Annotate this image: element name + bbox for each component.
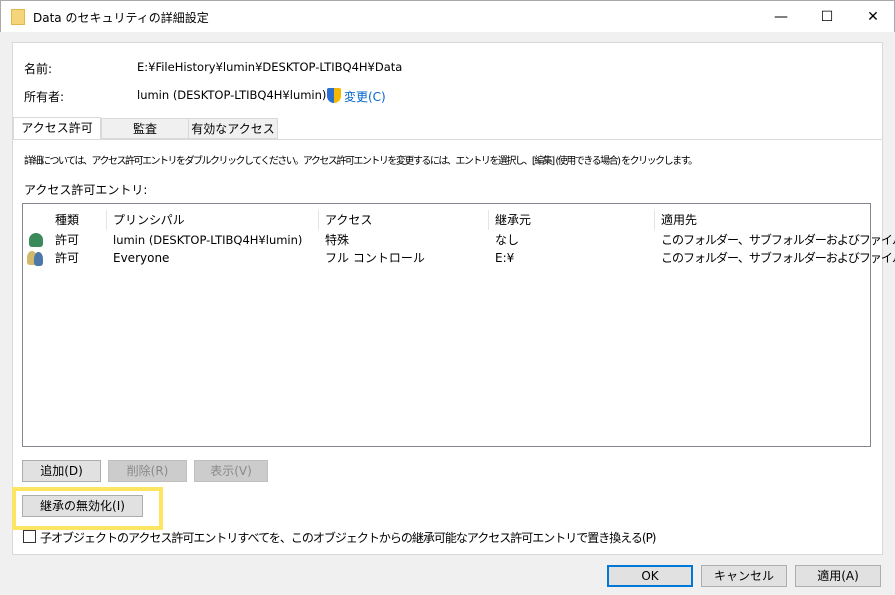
owner-value: lumin (DESKTOP-LTIBQ4H¥lumin): [137, 88, 327, 102]
tab-divider: [13, 139, 882, 140]
table-row[interactable]: 許可 lumin (DESKTOP-LTIBQ4H¥lumin) 特殊 なし こ…: [23, 230, 895, 250]
column-header-access[interactable]: アクセス: [319, 210, 489, 230]
replace-child-permissions-label: 子オブジェクトのアクセス許可エントリすべてを、このオブジェクトからの継承可能なア…: [40, 531, 657, 545]
group-icon-secondary: [34, 252, 43, 266]
name-value: E:¥FileHistory¥lumin¥DESKTOP-LTIBQ4H¥Dat…: [137, 60, 403, 74]
column-header-applies-to[interactable]: 適用先: [655, 210, 870, 230]
apply-button[interactable]: 適用(A): [795, 565, 881, 587]
tab-effective-access[interactable]: 有効なアクセス: [188, 118, 278, 139]
instructions-text: 詳細については、アクセス許可エントリをダブルクリックしてください。アクセス許可エ…: [24, 156, 698, 167]
maximize-button[interactable]: ☐: [804, 1, 850, 33]
user-icon: [29, 233, 43, 247]
cancel-button[interactable]: キャンセル: [701, 565, 787, 587]
column-header-principal[interactable]: プリンシパル: [107, 210, 319, 230]
cell-inherited-from: E:¥: [495, 251, 515, 265]
ok-button[interactable]: OK: [607, 565, 693, 587]
owner-label: 所有者:: [24, 90, 65, 104]
replace-child-permissions-checkbox[interactable]: [23, 530, 36, 543]
column-header-type[interactable]: 種類: [49, 210, 107, 230]
view-button[interactable]: 表示(V): [194, 460, 268, 482]
window-title: Data のセキュリティの詳細設定: [33, 11, 209, 25]
cell-type: 許可: [55, 233, 80, 247]
folder-icon: [11, 9, 25, 25]
tab-auditing[interactable]: 監査: [101, 118, 189, 139]
entries-label: アクセス許可エントリ:: [24, 183, 148, 197]
cell-access: フル コントロール: [325, 251, 425, 265]
tab-permissions[interactable]: アクセス許可: [13, 117, 101, 139]
cell-applies-to: このフォルダー、サブフォルダーおよびファイル: [661, 251, 895, 265]
name-label: 名前:: [24, 62, 53, 76]
disable-inheritance-button[interactable]: 継承の無効化(I): [22, 495, 143, 517]
uac-shield-icon: [327, 88, 341, 103]
permission-entries-list[interactable]: 種類 プリンシパル アクセス 継承元 適用先 許可 lumin (DESKTOP…: [22, 203, 895, 447]
cell-access: 特殊: [325, 233, 350, 247]
remove-button[interactable]: 削除(R): [108, 460, 187, 482]
cell-principal: lumin (DESKTOP-LTIBQ4H¥lumin): [113, 233, 303, 247]
cell-type: 許可: [55, 251, 80, 265]
change-owner-link[interactable]: 変更(C): [344, 88, 386, 105]
title-bar: Data のセキュリティの詳細設定 — ☐ ✕: [0, 0, 895, 32]
column-header-inherited-from[interactable]: 継承元: [489, 210, 655, 230]
close-button[interactable]: ✕: [850, 1, 895, 33]
minimize-button[interactable]: —: [758, 1, 804, 33]
cell-inherited-from: なし: [495, 233, 520, 247]
cell-applies-to: このフォルダー、サブフォルダーおよびファイル: [661, 233, 895, 247]
add-button[interactable]: 追加(D): [22, 460, 101, 482]
cell-principal: Everyone: [113, 251, 170, 265]
table-row[interactable]: 許可 Everyone フル コントロール E:¥ このフォルダー、サブフォルダ…: [23, 248, 895, 268]
